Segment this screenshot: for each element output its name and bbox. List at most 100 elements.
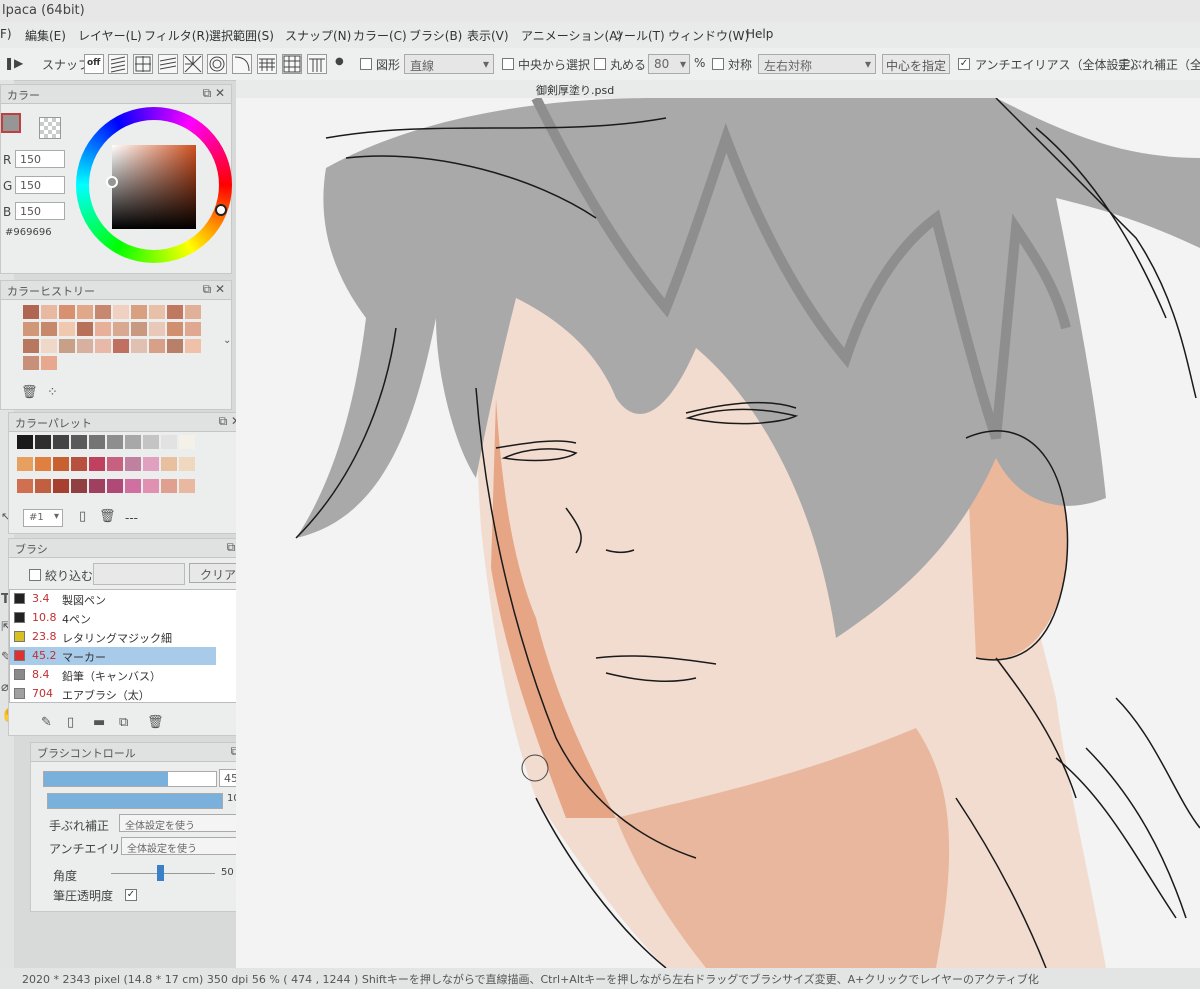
round-input[interactable]: 80 ▾ bbox=[648, 54, 690, 74]
menu-file[interactable]: F) bbox=[0, 27, 12, 41]
snap-curve-icon[interactable] bbox=[232, 54, 252, 74]
history-swatch[interactable] bbox=[77, 339, 93, 353]
round-checkbox[interactable] bbox=[594, 58, 606, 70]
menu-window[interactable]: ウィンドウ(W) bbox=[668, 27, 749, 44]
history-swatch[interactable] bbox=[41, 322, 57, 336]
brush-row[interactable]: 704 エアブラシ（太） bbox=[10, 685, 216, 703]
history-swatch[interactable] bbox=[59, 339, 75, 353]
brush-filter-input[interactable] bbox=[93, 563, 185, 585]
palette-swatch[interactable] bbox=[71, 457, 87, 471]
history-swatch[interactable] bbox=[77, 322, 93, 336]
from-center-checkbox[interactable] bbox=[502, 58, 514, 70]
palette-swatch[interactable] bbox=[179, 457, 195, 471]
drawing-canvas[interactable] bbox=[236, 98, 1200, 968]
snap-off-button[interactable]: off bbox=[84, 54, 104, 74]
brush-row[interactable]: 10.8 4ペン bbox=[10, 609, 216, 627]
history-swatch[interactable] bbox=[95, 339, 111, 353]
history-swatch[interactable] bbox=[149, 305, 165, 319]
palette-swatch[interactable] bbox=[161, 435, 177, 449]
transparent-swatch[interactable] bbox=[39, 117, 61, 139]
palette-swatch[interactable] bbox=[143, 479, 159, 493]
palette-swatch[interactable] bbox=[35, 479, 51, 493]
b-input[interactable]: 150 bbox=[15, 202, 65, 220]
trash-icon[interactable]: 🗑 bbox=[21, 385, 38, 400]
hue-ring[interactable] bbox=[76, 107, 232, 263]
palette-swatch[interactable] bbox=[53, 435, 69, 449]
symmetry-checkbox[interactable] bbox=[712, 58, 724, 70]
palette-swatch[interactable] bbox=[161, 457, 177, 471]
angle-slider-handle[interactable] bbox=[157, 865, 164, 881]
play-icon[interactable]: ❚▶ bbox=[4, 56, 23, 70]
folder-icon[interactable]: ▬ bbox=[93, 715, 105, 730]
menu-view[interactable]: 表示(V) bbox=[467, 27, 509, 44]
history-swatch[interactable] bbox=[185, 322, 201, 336]
history-swatch[interactable] bbox=[41, 339, 57, 353]
new-page-icon[interactable]: ▯ bbox=[67, 715, 74, 730]
history-swatch[interactable] bbox=[59, 322, 75, 336]
history-swatch[interactable] bbox=[185, 305, 201, 319]
history-swatch[interactable] bbox=[23, 356, 39, 370]
history-swatch[interactable] bbox=[113, 305, 129, 319]
hue-picker-handle[interactable] bbox=[215, 204, 227, 216]
menu-edit[interactable]: 編集(E) bbox=[25, 27, 66, 44]
palette-swatch[interactable] bbox=[143, 457, 159, 471]
snap-3d-icon[interactable] bbox=[307, 54, 327, 74]
shape-select[interactable]: 直線 ▾ bbox=[404, 54, 494, 74]
panel-float-close-icon[interactable]: ⧉ ✕ bbox=[203, 86, 225, 101]
palette-swatch[interactable] bbox=[17, 435, 33, 449]
history-swatch[interactable] bbox=[23, 339, 39, 353]
brush-row[interactable]: 8.4 鉛筆（キャンバス） bbox=[10, 666, 216, 684]
palette-swatch[interactable] bbox=[161, 479, 177, 493]
palette-swatch[interactable] bbox=[179, 479, 195, 493]
palette-swatch[interactable] bbox=[71, 435, 87, 449]
history-swatch[interactable] bbox=[185, 339, 201, 353]
history-scroll-down-icon[interactable]: ⌄ bbox=[223, 335, 231, 346]
menu-help[interactable]: Help bbox=[746, 27, 773, 41]
menu-layer[interactable]: レイヤー(L) bbox=[78, 27, 142, 44]
history-swatch[interactable] bbox=[113, 339, 129, 353]
menu-tools[interactable]: ツール(T) bbox=[612, 27, 665, 44]
shape-checkbox[interactable] bbox=[360, 58, 372, 70]
brush-row[interactable]: 3.4 製図ペン bbox=[10, 590, 216, 608]
palette-swatch[interactable] bbox=[17, 457, 33, 471]
palette-swatch[interactable] bbox=[53, 479, 69, 493]
history-swatch[interactable] bbox=[41, 356, 57, 370]
palette-swatch[interactable] bbox=[125, 479, 141, 493]
add-brush-icon[interactable]: ✎ bbox=[41, 715, 52, 730]
palette-swatch[interactable] bbox=[89, 479, 105, 493]
brush-row[interactable]: 23.8 レタリングマジック細 bbox=[10, 628, 216, 646]
r-input[interactable]: 150 bbox=[15, 150, 65, 168]
trash-icon[interactable]: 🗑 bbox=[99, 509, 116, 524]
brush-filter-checkbox[interactable] bbox=[29, 569, 41, 581]
menu-animation[interactable]: アニメーション(A) bbox=[521, 27, 622, 44]
brush-opacity-slider[interactable] bbox=[47, 793, 223, 809]
snap-concentric-icon[interactable] bbox=[207, 54, 227, 74]
snap-grid-icon[interactable] bbox=[282, 54, 302, 74]
new-palette-icon[interactable]: ▯ bbox=[79, 509, 86, 524]
palette-swatch[interactable] bbox=[143, 435, 159, 449]
palette-swatch[interactable] bbox=[125, 457, 141, 471]
history-swatch[interactable] bbox=[95, 305, 111, 319]
history-swatch[interactable] bbox=[131, 339, 147, 353]
spinner-icon[interactable]: ⁘ bbox=[47, 385, 58, 400]
history-swatch[interactable] bbox=[95, 322, 111, 336]
palette-swatch[interactable] bbox=[17, 479, 33, 493]
palette-swatch[interactable] bbox=[89, 435, 105, 449]
palette-select[interactable]: #1 ▾ bbox=[23, 509, 63, 527]
history-swatch[interactable] bbox=[167, 322, 183, 336]
menu-snap[interactable]: スナップ(N) bbox=[285, 27, 351, 44]
palette-swatch[interactable] bbox=[35, 435, 51, 449]
duplicate-icon[interactable]: ⧉ bbox=[119, 715, 128, 730]
panel-float-close-icon[interactable]: ⧉ ✕ bbox=[203, 282, 225, 297]
trash-icon[interactable]: 🗑 bbox=[147, 715, 164, 730]
set-center-button[interactable]: 中心を指定 bbox=[882, 54, 950, 74]
saturation-value-square[interactable] bbox=[112, 145, 196, 229]
history-swatch[interactable] bbox=[167, 339, 183, 353]
history-swatch[interactable] bbox=[23, 322, 39, 336]
pressure-opacity-checkbox[interactable]: ✓ bbox=[125, 889, 137, 901]
history-swatch[interactable] bbox=[41, 305, 57, 319]
brush-size-slider[interactable] bbox=[43, 771, 217, 787]
snap-parallel-icon[interactable] bbox=[108, 54, 128, 74]
snap-diagonal-icon[interactable] bbox=[158, 54, 178, 74]
history-swatch[interactable] bbox=[167, 305, 183, 319]
